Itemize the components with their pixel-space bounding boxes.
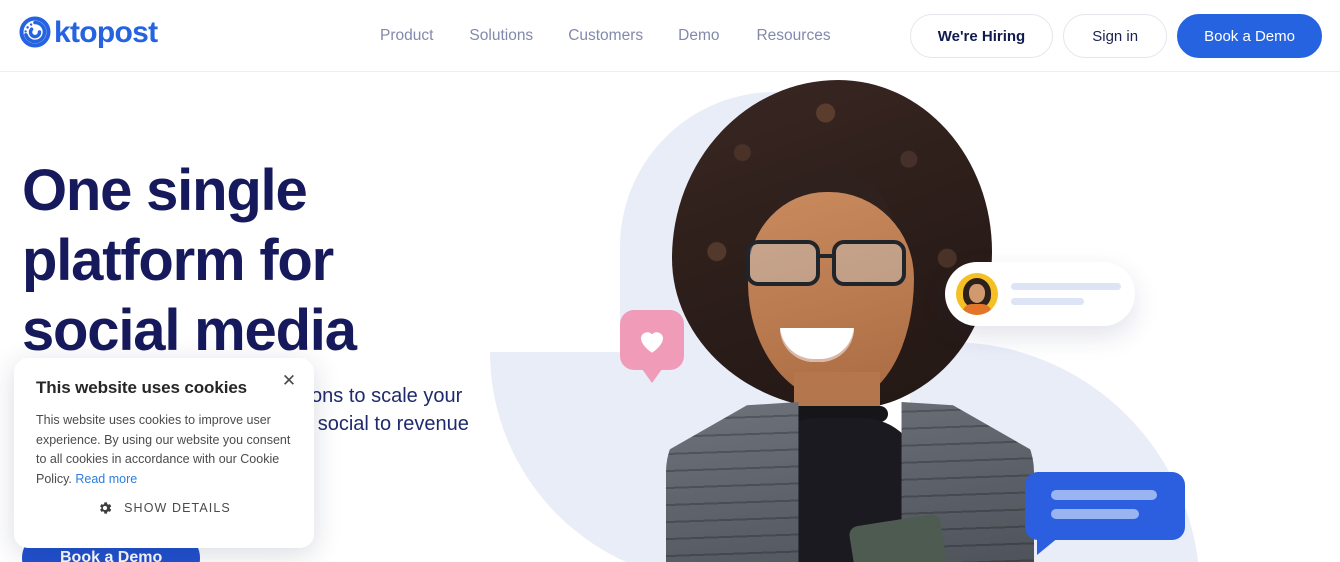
book-a-demo-button[interactable]: Book a Demo <box>1177 14 1322 58</box>
heart-icon <box>640 332 664 353</box>
like-bubble <box>620 310 684 383</box>
read-more-link[interactable]: Read more <box>75 472 137 486</box>
nav-item-demo[interactable]: Demo <box>678 27 756 45</box>
cookie-banner-title: This website uses cookies <box>36 378 248 397</box>
page-root: ktopost Product Solutions Customers Demo… <box>0 0 1340 562</box>
nav-item-resources[interactable]: Resources <box>756 27 830 45</box>
header-actions: We're Hiring Sign in Book a Demo <box>909 14 1322 58</box>
chat-bubble <box>1025 472 1185 555</box>
comment-line-2 <box>1011 298 1084 305</box>
nav-item-solutions[interactable]: Solutions <box>469 27 568 45</box>
cookie-consent-banner: ✕ This website uses cookies This website… <box>14 358 314 548</box>
show-details-button[interactable]: SHOW DETAILS <box>14 500 314 516</box>
avatar-face <box>969 284 985 303</box>
site-header: ktopost Product Solutions Customers Demo… <box>0 0 1340 72</box>
close-icon[interactable]: ✕ <box>278 369 300 391</box>
logo[interactable]: ktopost <box>18 15 158 49</box>
avatar <box>956 273 998 315</box>
glasses-lens-right <box>832 240 906 286</box>
chat-line-1 <box>1051 490 1157 500</box>
photo-glasses <box>746 240 922 286</box>
were-hiring-button[interactable]: We're Hiring <box>909 14 1054 58</box>
nav-item-customers[interactable]: Customers <box>568 27 678 45</box>
gear-icon <box>100 502 112 514</box>
comment-line-1 <box>1011 283 1121 290</box>
page-title: One single platform for social media <box>22 158 357 363</box>
comment-placeholder-lines <box>1011 283 1121 305</box>
sign-in-button[interactable]: Sign in <box>1063 14 1168 58</box>
hero-artwork <box>480 72 1340 562</box>
chat-placeholder-lines <box>1051 490 1157 519</box>
glasses-lens-left <box>746 240 820 286</box>
logo-text: ktopost <box>54 16 158 49</box>
oktopost-spiral-logo-icon <box>18 15 52 49</box>
chat-line-2 <box>1051 509 1139 519</box>
show-details-label: SHOW DETAILS <box>124 501 231 515</box>
comment-card <box>945 262 1135 326</box>
avatar-body <box>962 304 992 315</box>
cookie-banner-text: This website uses cookies to improve use… <box>36 411 292 489</box>
main-nav: Product Solutions Customers Demo Resourc… <box>380 0 831 72</box>
nav-item-product[interactable]: Product <box>380 27 469 45</box>
